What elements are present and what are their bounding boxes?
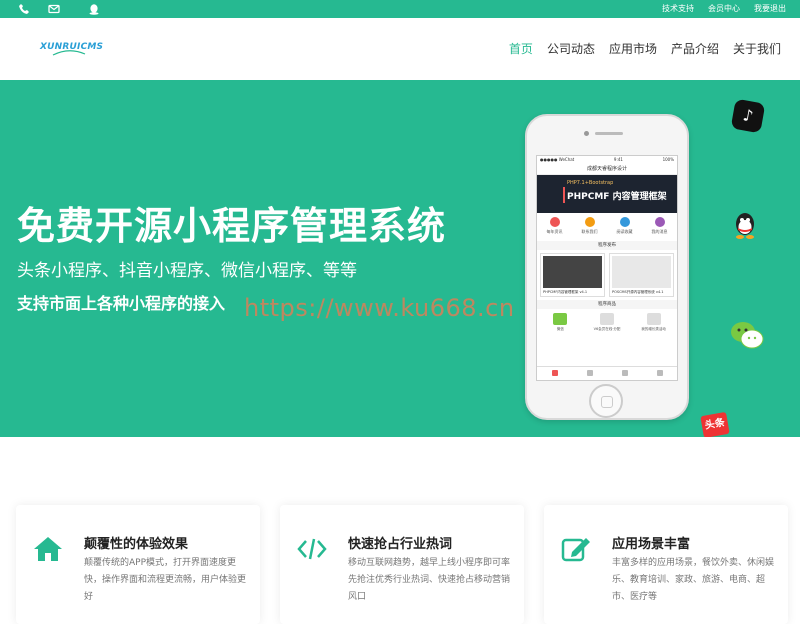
- tiktok-icon: ♪: [730, 98, 766, 134]
- site-header: XUNRUICMS 首页 公司动态 应用市场 产品介绍 关于我们: [0, 18, 800, 80]
- top-bar: 技术支持 会员中心 我要退出: [0, 0, 800, 18]
- logo-swoosh-icon: [52, 50, 86, 56]
- phone-camera: [584, 131, 589, 136]
- code-icon: [297, 538, 327, 560]
- hero-tagline: 支持市面上各种小程序的接入: [17, 294, 226, 313]
- screen-card: POSCMS开源内容管理系统 v4.1: [609, 253, 674, 297]
- screen-tab-bar: [537, 366, 677, 380]
- feature-desc: 移动互联网趋势，越早上线小程序即可率先抢注优秀行业热词、快速抢占移动营销风口: [348, 558, 511, 602]
- top-link-member[interactable]: 会员中心: [708, 2, 740, 16]
- screen-title: 成都天睿程序设计: [537, 163, 677, 175]
- edit-icon: [561, 538, 590, 562]
- feature-card[interactable]: 快速抢占行业热词 移动互联网趋势，越早上线小程序即可率先抢注优秀行业热词、快速抢…: [280, 505, 524, 624]
- screen-app: 微信: [542, 313, 578, 337]
- feature-card[interactable]: 颠覆性的体验效果 颠覆传统的APP模式，打开界面速度更快，操作界面和流程更流畅，…: [16, 505, 260, 624]
- status-battery: 100%: [662, 157, 674, 162]
- nav-news[interactable]: 公司动态: [540, 40, 602, 58]
- screen-section-title: 程序发布: [537, 241, 677, 250]
- top-link-logout[interactable]: 我要退出: [754, 2, 786, 16]
- screen-section-title: 程序商品: [537, 300, 677, 309]
- watermark: https://www.ku668.cn: [244, 294, 515, 322]
- screen-icon-item: 阅读收藏: [614, 217, 636, 241]
- nav-about[interactable]: 关于我们: [726, 40, 788, 58]
- nav-home[interactable]: 首页: [502, 40, 540, 58]
- screen-status-bar: ●●●●● WeChat 9:41 100%: [537, 156, 677, 163]
- main-nav: 首页 公司动态 应用市场 产品介绍 关于我们: [502, 40, 788, 58]
- home-icon: [34, 537, 62, 561]
- feature-title: 快速抢占行业热词: [348, 537, 453, 552]
- phone-home-button: [589, 384, 623, 418]
- screen-icon-item: 我的消息: [649, 217, 671, 241]
- screen-apps: 微信 V6会员在线·分配 我的增长类活动: [537, 309, 677, 337]
- banner-big-text: PHPCMF 内容管理框架: [567, 192, 667, 202]
- screen-app: 我的增长类活动: [636, 313, 672, 337]
- feature-card[interactable]: 应用场景丰富 丰富多样的应用场景，餐饮外卖、休闲娱乐、教育培训、家政、旅游、电商…: [544, 505, 788, 624]
- phone-mockup: ●●●●● WeChat 9:41 100% 成都天睿程序设计 PHP7.1+B…: [525, 114, 689, 420]
- feature-title: 颠覆性的体验效果: [84, 537, 189, 552]
- hero-banner[interactable]: 免费开源小程序管理系统 头条小程序、抖音小程序、微信小程序、等等 支持市面上各种…: [0, 80, 800, 437]
- mail-icon[interactable]: [48, 3, 60, 15]
- hero-subtitle: 头条小程序、抖音小程序、微信小程序、等等: [17, 261, 357, 281]
- top-link-support[interactable]: 技术支持: [662, 2, 694, 16]
- top-links: 技术支持 会员中心 我要退出: [662, 2, 786, 16]
- screen-cards: PHPCMF内容管理框架 v4.1 POSCMS开源内容管理系统 v4.1: [537, 250, 677, 300]
- screen-app: V6会员在线·分配: [589, 313, 625, 337]
- nav-market[interactable]: 应用市场: [602, 40, 664, 58]
- banner-small-text: PHP7.1+Bootstrap: [567, 180, 614, 186]
- qq-icon: [736, 213, 754, 239]
- feature-desc: 颠覆传统的APP模式，打开界面速度更快，操作界面和流程更流畅，用户体验更好: [84, 558, 247, 602]
- feature-title: 应用场景丰富: [612, 537, 691, 552]
- screen-card: PHPCMF内容管理框架 v4.1: [540, 253, 605, 297]
- phone-screen: ●●●●● WeChat 9:41 100% 成都天睿程序设计 PHP7.1+B…: [536, 155, 678, 381]
- status-time: 9:41: [613, 157, 623, 162]
- screen-icon-row: 每年资讯 联系我们 阅读收藏 我的消息: [537, 213, 677, 241]
- screen-icon-item: 每年资讯: [544, 217, 566, 241]
- hero-title: 免费开源小程序管理系统: [17, 204, 447, 248]
- toutiao-icon: 头条: [700, 411, 730, 437]
- logo[interactable]: XUNRUICMS: [40, 40, 103, 58]
- phone-speaker: [595, 132, 623, 135]
- banner-accent: [563, 187, 565, 203]
- nav-products[interactable]: 产品介绍: [664, 40, 726, 58]
- wechat-icon: [731, 322, 764, 349]
- screen-icon-item: 联系我们: [579, 217, 601, 241]
- phone-icon[interactable]: [18, 3, 30, 15]
- feature-desc: 丰富多样的应用场景，餐饮外卖、休闲娱乐、教育培训、家政、旅游、电商、超市、医疗等: [612, 558, 775, 602]
- status-carrier: ●●●●● WeChat: [540, 157, 575, 162]
- screen-banner: PHP7.1+Bootstrap PHPCMF 内容管理框架: [537, 175, 677, 213]
- qq-icon[interactable]: [88, 3, 100, 15]
